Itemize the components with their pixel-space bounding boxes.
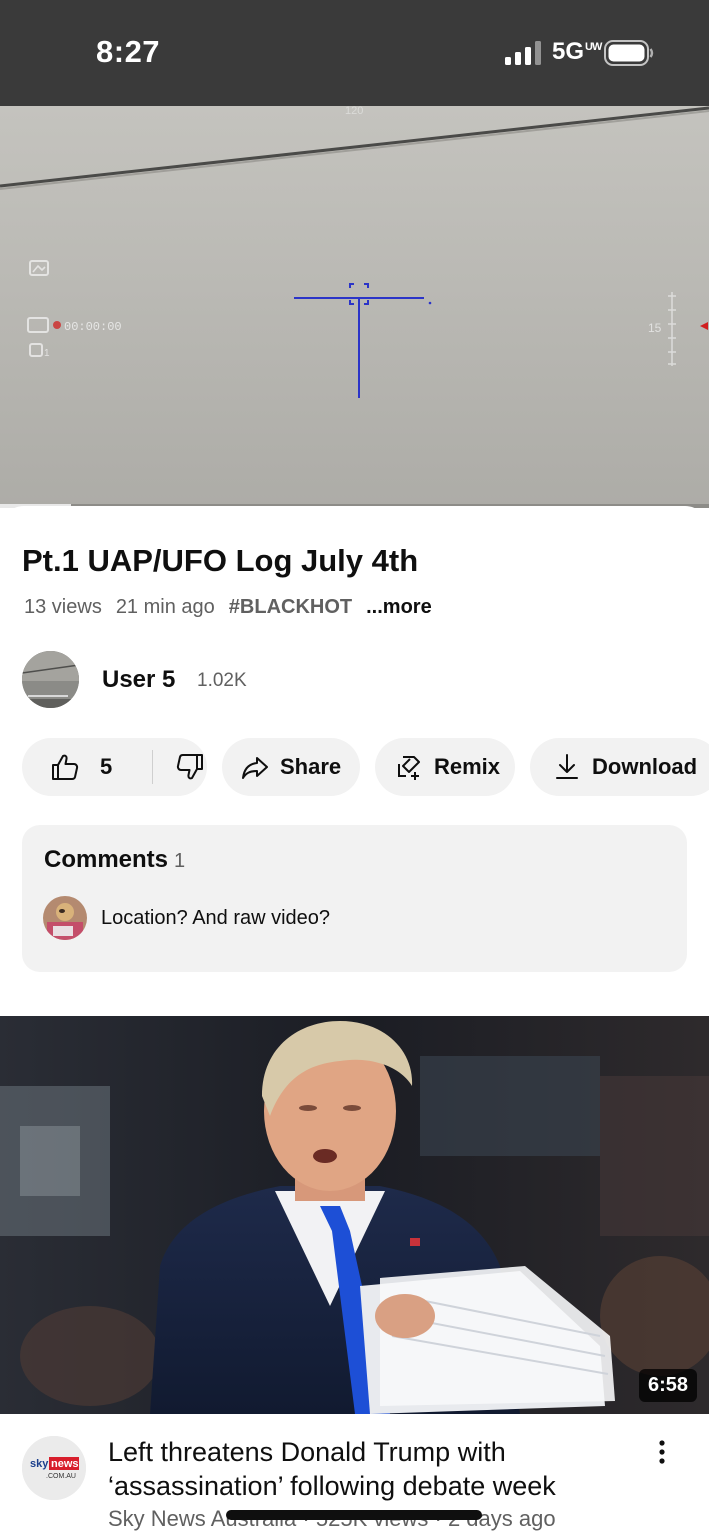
share-label: Share: [280, 754, 342, 779]
download-label: Download: [592, 754, 698, 779]
like-dislike-pill: 5: [22, 738, 207, 796]
remix-label: Remix: [434, 754, 501, 779]
overlay-top-text: 120: [345, 106, 363, 117]
commenter-avatar-image: [43, 896, 87, 940]
cellular-signal-icon: [505, 41, 541, 65]
reticle-crosshair: [294, 283, 424, 398]
comments-title: Comments: [44, 846, 169, 873]
status-bar: 8:27 5GUW: [0, 0, 709, 106]
remix-button[interactable]: Remix: [375, 738, 515, 796]
more-options-icon[interactable]: [652, 1438, 672, 1468]
svg-text:.COM.AU: .COM.AU: [46, 1473, 76, 1480]
view-count: 13 views: [24, 596, 102, 618]
video-title: Pt.1 UAP/UFO Log July 4th: [22, 543, 419, 578]
scale-value: 15: [648, 321, 662, 335]
avatar-thumbnail: [22, 651, 79, 708]
svg-text:1: 1: [44, 348, 50, 359]
comments-count: 1: [174, 850, 186, 872]
battery-icon: [604, 40, 654, 66]
next-channel-avatar[interactable]: sky news .COM.AU: [22, 1436, 86, 1500]
sky-news-logo: sky news .COM.AU: [22, 1436, 86, 1500]
share-icon: [242, 757, 268, 779]
network-type: 5G: [552, 38, 585, 65]
thumbs-up-icon: [52, 754, 79, 780]
more-link[interactable]: ...more: [366, 596, 432, 618]
network-indicator: 5GUW: [552, 38, 602, 66]
next-video-thumbnail[interactable]: 6:58: [0, 1016, 709, 1414]
hud-left-icons: 1: [27, 260, 61, 359]
like-button[interactable]: 5: [50, 752, 112, 782]
record-timer: 00:00:00: [64, 320, 122, 334]
like-count: 5: [100, 754, 113, 779]
video-frame: 1 00:00:00 15 120: [0, 106, 709, 398]
download-button[interactable]: Download: [530, 738, 709, 796]
dislike-button[interactable]: [175, 752, 205, 782]
upload-age: 21 min ago: [115, 596, 215, 618]
hashtag-link[interactable]: #BLACKHOT: [229, 596, 352, 618]
channel-name[interactable]: User 5: [102, 666, 175, 694]
top-comment-text: Location? And raw video?: [101, 907, 331, 929]
comments-section[interactable]: Comments 1 Location? And raw video?: [22, 825, 687, 972]
channel-avatar[interactable]: [22, 651, 79, 708]
network-suffix: UW: [585, 41, 602, 53]
download-icon: [556, 754, 578, 779]
video-duration-badge: 6:58: [638, 1369, 697, 1402]
thumbnail-image: [0, 1016, 709, 1414]
svg-text:sky: sky: [30, 1458, 49, 1470]
frame-wire-line: [0, 106, 709, 188]
video-meta[interactable]: 13 views 21 min ago #BLACKHOT ...more: [24, 596, 446, 619]
remix-icon: [398, 756, 420, 780]
thumbs-down-icon: [176, 754, 203, 780]
home-indicator[interactable]: [226, 1510, 482, 1520]
comments-header: Comments 1: [44, 846, 185, 874]
status-time: 8:27: [96, 34, 161, 69]
svg-text:news: news: [51, 1458, 79, 1470]
video-player[interactable]: 1 00:00:00 15 120: [0, 106, 709, 508]
pill-divider: [152, 750, 153, 784]
hud-scale: [668, 292, 676, 366]
subscriber-count: 1.02K: [197, 670, 247, 691]
share-button[interactable]: Share: [222, 738, 360, 796]
commenter-avatar[interactable]: [43, 896, 87, 940]
next-video-title[interactable]: Left threatens Donald Trump with ‘assass…: [108, 1435, 628, 1503]
